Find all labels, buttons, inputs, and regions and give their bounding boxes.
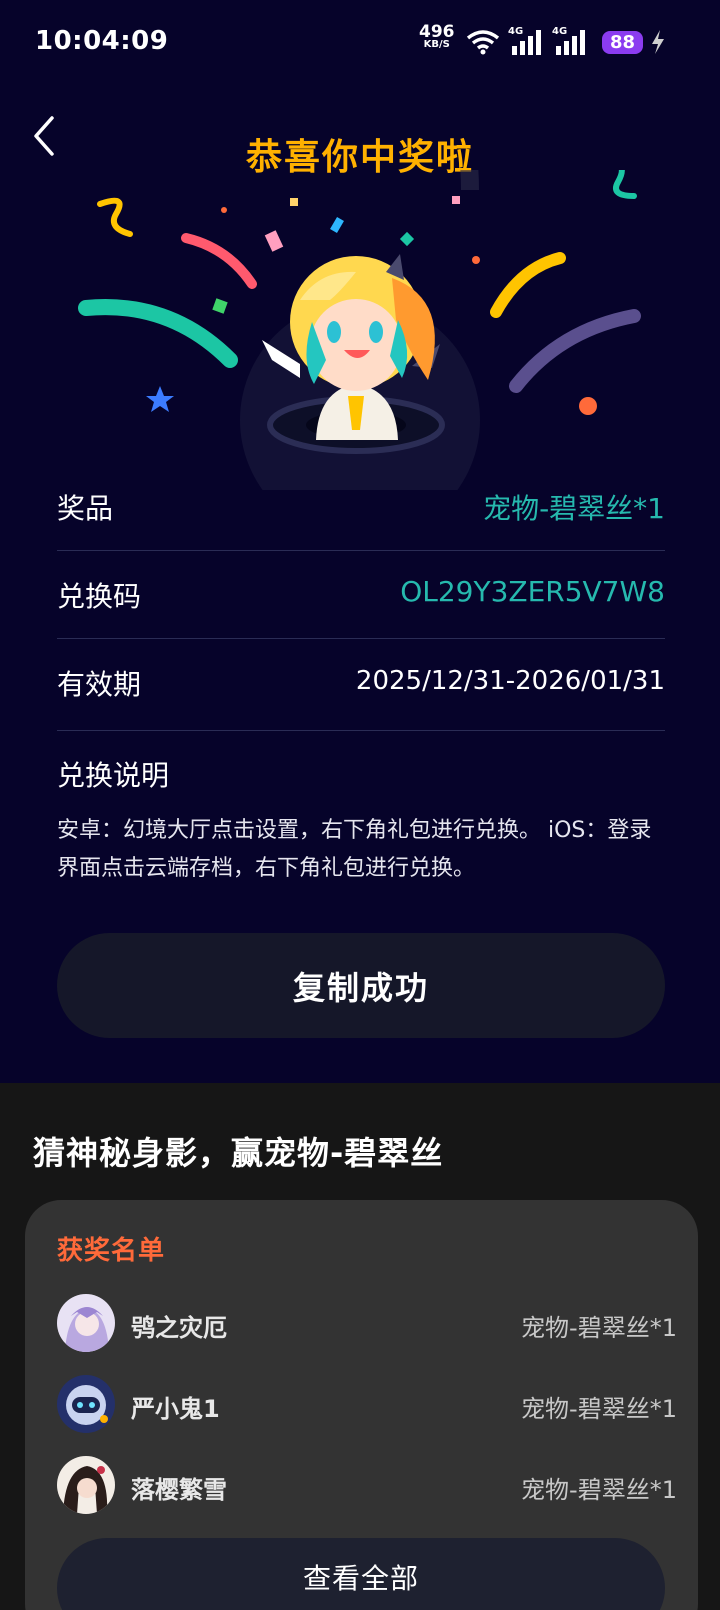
wifi-icon	[466, 30, 500, 55]
winner-name: 鸮之灾厄	[131, 1314, 227, 1342]
code-label: 兑换码	[57, 580, 142, 613]
network-type-2: 4G	[552, 26, 568, 37]
avatar-image	[57, 1294, 115, 1352]
avatar	[57, 1456, 115, 1514]
avatar	[57, 1375, 115, 1433]
battery-badge: 88	[602, 30, 644, 54]
charging-icon	[652, 30, 665, 54]
prize-panel: 10:04:09 496 KB/S 4G 4G 88 恭喜你中奖啦 奖品 宠物-…	[0, 0, 720, 1083]
status-time: 10:04:09	[35, 26, 169, 56]
winner-row: 鸮之灾厄 宠物-碧翠丝*1	[57, 1294, 677, 1354]
validity-label: 有效期	[57, 668, 142, 701]
winner-name: 严小鬼1	[131, 1395, 220, 1423]
network-speed-unit: KB/S	[423, 39, 450, 50]
redeem-instructions-title: 兑换说明	[57, 759, 170, 792]
redeem-code-value[interactable]: OL29Y3ZER5V7W8	[400, 575, 665, 608]
cellular-signal-1: 4G	[508, 26, 544, 56]
avatar-image	[57, 1456, 115, 1514]
winner-prize: 宠物-碧翠丝*1	[521, 1395, 677, 1423]
prize-label: 奖品	[57, 492, 114, 525]
winner-prize: 宠物-碧翠丝*1	[521, 1314, 677, 1342]
avatar	[57, 1294, 115, 1352]
validity-value: 2025/12/31-2026/01/31	[355, 666, 665, 696]
celebration-illustration	[78, 170, 641, 490]
winners-title: 获奖名单	[57, 1236, 166, 1266]
avatar-image	[57, 1375, 115, 1433]
status-bar: 10:04:09 496 KB/S 4G 4G 88	[0, 0, 720, 86]
validity-row: 有效期 2025/12/31-2026/01/31	[57, 639, 665, 731]
view-all-button[interactable]: 查看全部	[57, 1538, 665, 1610]
winner-row: 落樱繁雪 宠物-碧翠丝*1	[57, 1456, 677, 1516]
status-icons: 4G 4G 88	[466, 26, 665, 58]
promo-title: 猜神秘身影，赢宠物-碧翠丝	[33, 1134, 444, 1172]
network-speed: 496 KB/S	[419, 24, 455, 50]
winner-row: 严小鬼1 宠物-碧翠丝*1	[57, 1375, 677, 1435]
prize-value: 宠物-碧翠丝*1	[483, 492, 665, 525]
winner-prize: 宠物-碧翠丝*1	[521, 1476, 677, 1504]
copy-success-button[interactable]: 复制成功	[57, 933, 665, 1038]
network-type-1: 4G	[508, 26, 524, 37]
redeem-instructions-text: 安卓：幻境大厅点击设置，右下角礼包进行兑换。 iOS：登录界面点击云端存档，右下…	[57, 818, 652, 881]
winner-name: 落樱繁雪	[131, 1476, 227, 1504]
cellular-signal-2: 4G	[552, 26, 588, 56]
code-row[interactable]: 兑换码 OL29Y3ZER5V7W8	[57, 551, 665, 639]
prize-row: 奖品 宠物-碧翠丝*1	[57, 463, 665, 551]
